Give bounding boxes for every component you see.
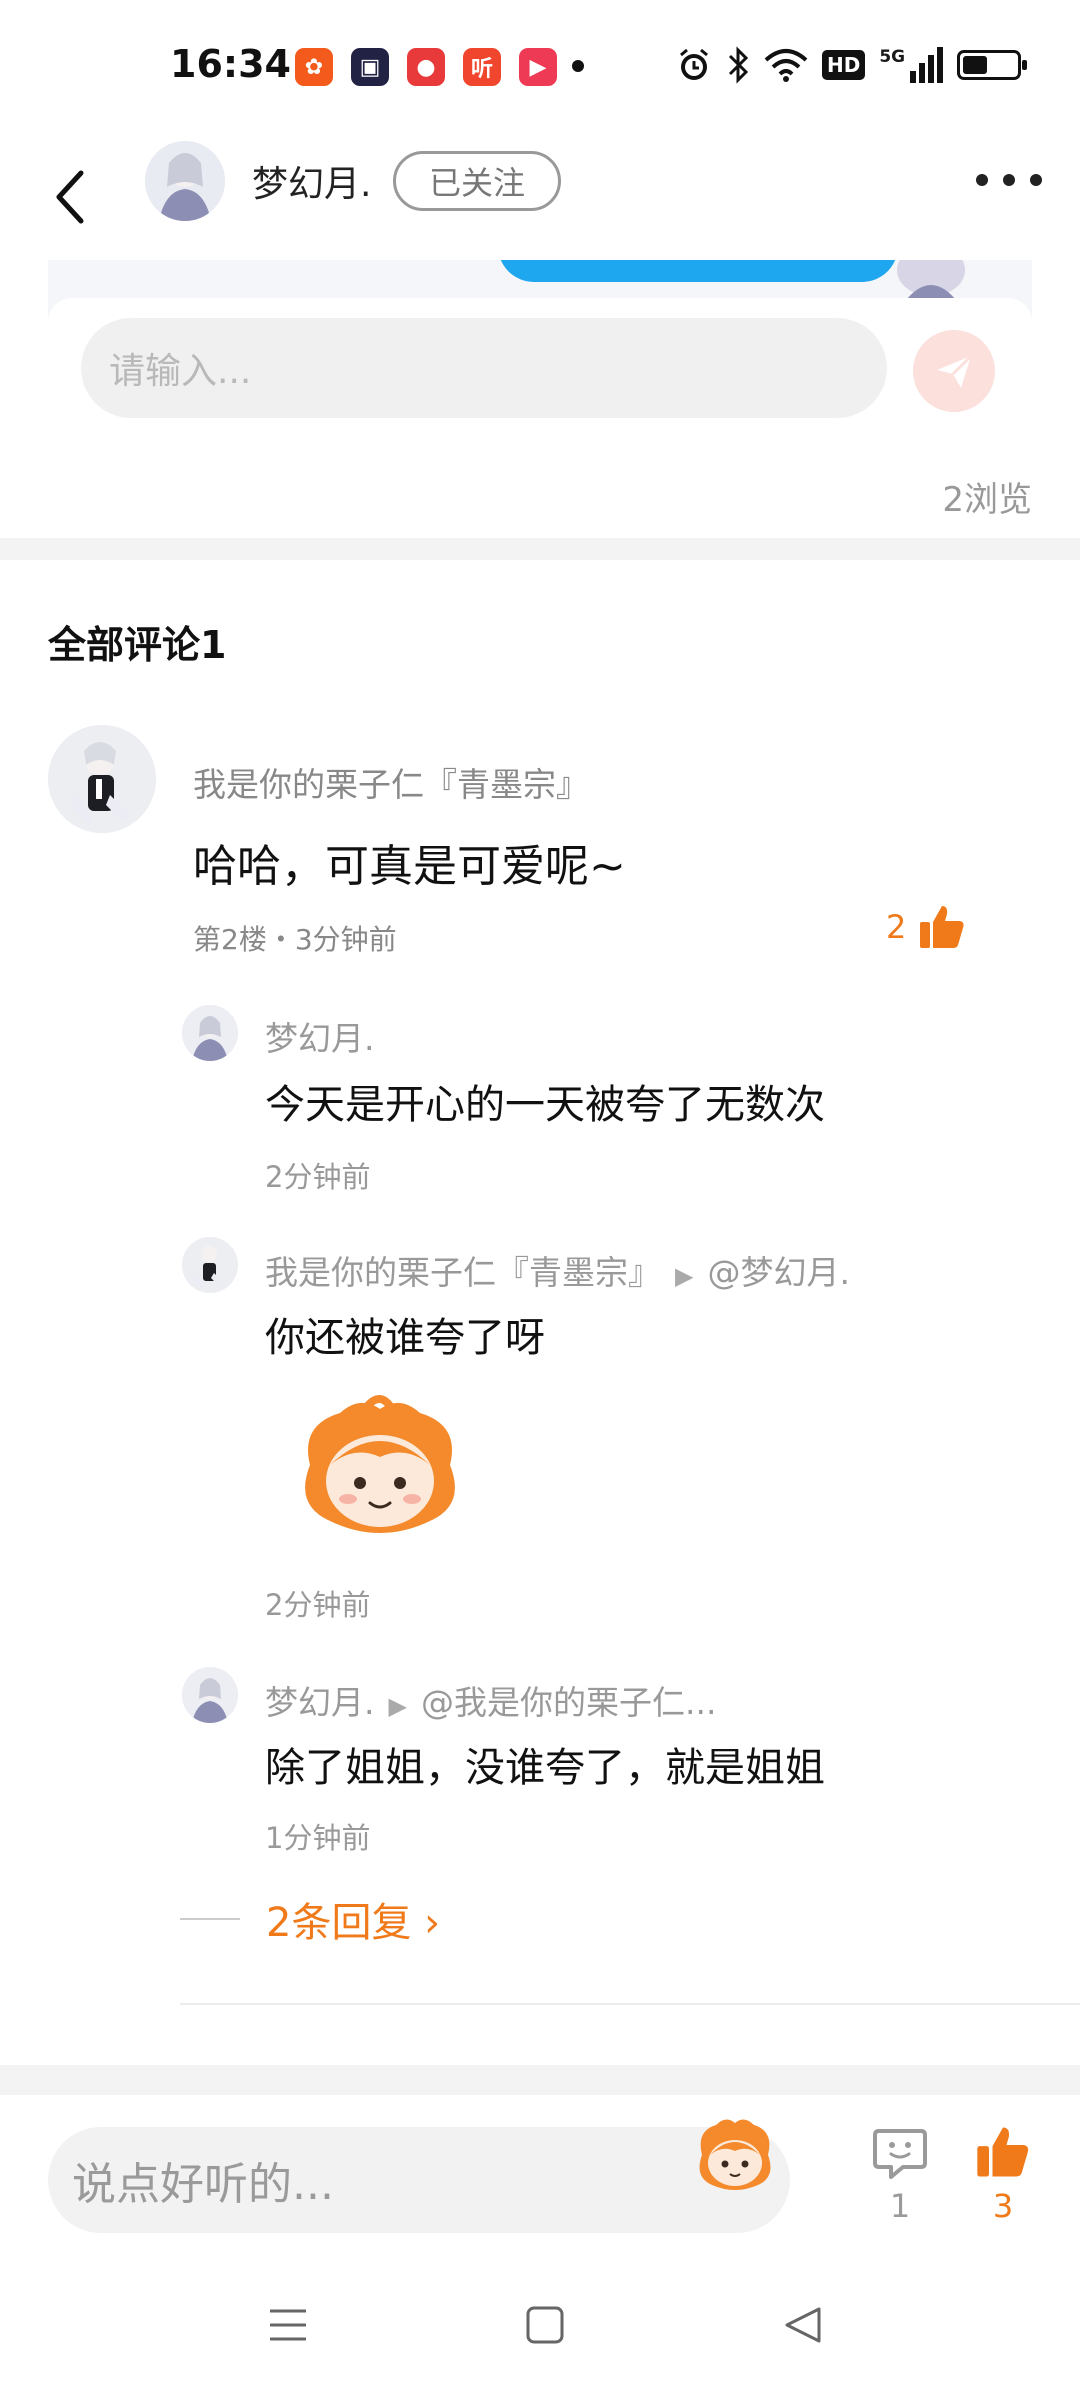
section-divider	[0, 538, 1080, 560]
comment-like-button[interactable]: 2	[886, 904, 966, 950]
system-indicators: HD 5G	[676, 46, 1028, 84]
reply-text: 今天是开心的一天被夸了无数次	[265, 1082, 825, 1128]
thumbs-up-icon	[977, 2127, 1029, 2177]
chevron-left-icon	[56, 170, 84, 224]
author-avatar[interactable]	[145, 141, 225, 221]
like-count: 3	[992, 2187, 1014, 2225]
comment-count: 1	[889, 2187, 911, 2225]
more-options-button[interactable]	[976, 165, 1042, 195]
location-app-icon: ●	[407, 48, 445, 86]
reply-text: 除了姐姐，没谁夸了，就是姐姐	[265, 1745, 825, 1791]
home-button[interactable]	[515, 2295, 575, 2355]
send-button[interactable]	[913, 330, 995, 412]
listen-app-icon: 听	[463, 48, 501, 86]
reply-author[interactable]: 我是你的栗子仁『青墨宗』 ▶ @梦幻月.	[265, 1246, 850, 1294]
hd-icon: HD	[822, 50, 866, 80]
comment-divider	[180, 2003, 1080, 2005]
comment-bar: 说点好听的... 1 3	[0, 2095, 1080, 2255]
signal-icon: 5G	[879, 47, 944, 83]
notification-icons: ✿ ▣ ● 听 ▶	[295, 48, 557, 86]
reply-author[interactable]: 梦幻月.	[265, 1012, 375, 1060]
more-notifications-dot	[572, 60, 584, 72]
more-replies-label: 2条回复 ›	[266, 1900, 441, 1946]
dot-icon	[1030, 174, 1042, 186]
back-system-button[interactable]	[773, 2295, 833, 2355]
reply-avatar[interactable]	[182, 1237, 238, 1293]
view-count: 2浏览	[942, 480, 1032, 520]
comment-author[interactable]: 我是你的栗子仁『青墨宗』	[193, 758, 589, 806]
reply-target[interactable]: @梦幻月.	[707, 1253, 850, 1292]
comment-like-count: 2	[886, 908, 907, 946]
reply-time: 2分钟前	[265, 1588, 371, 1622]
triangle-back-icon	[785, 2307, 821, 2343]
comments-title: 全部评论1	[48, 623, 227, 667]
reply-author[interactable]: 梦幻月. ▶ @我是你的栗子仁...	[265, 1676, 716, 1724]
expand-replies-link[interactable]: 2条回复 ›	[180, 1890, 440, 1948]
reply-avatar[interactable]	[182, 1667, 238, 1723]
reply-to-arrow-icon: ▶	[388, 1692, 407, 1720]
alarm-icon	[680, 48, 708, 80]
dot-icon	[1003, 174, 1015, 186]
battery-icon	[957, 50, 1028, 80]
comment-count-button[interactable]: 1	[870, 2127, 930, 2225]
post-chat-input[interactable]: 请输入...	[81, 318, 887, 418]
thumbs-up-icon	[920, 906, 964, 948]
dot-icon	[976, 174, 988, 186]
reply-target[interactable]: @我是你的栗子仁...	[421, 1683, 716, 1722]
paper-plane-icon	[937, 354, 973, 388]
recent-apps-button[interactable]	[258, 2295, 318, 2355]
menu-icon	[270, 2309, 306, 2341]
divider-line	[180, 1918, 240, 1920]
comment-input[interactable]: 说点好听的...	[48, 2127, 790, 2233]
reply-time: 2分钟前	[265, 1160, 371, 1194]
back-button[interactable]	[40, 159, 100, 235]
reply-text: 你还被谁夸了呀	[265, 1315, 545, 1361]
like-post-button[interactable]: 3	[972, 2125, 1034, 2225]
comment-text: 哈哈，可真是可爱呢~	[193, 841, 626, 892]
clock: 16:34	[170, 42, 291, 86]
comment-meta: 第2楼・3分钟前	[193, 923, 397, 956]
top-nav: 梦幻月. 已关注	[0, 135, 1080, 260]
sticker-picker-button[interactable]	[690, 2115, 780, 2195]
weibo-icon: ✿	[295, 48, 333, 86]
comment-bubble-icon	[873, 2129, 927, 2179]
follow-button[interactable]: 已关注	[393, 151, 561, 211]
reply-to-arrow-icon: ▶	[675, 1262, 694, 1290]
section-divider	[0, 2065, 1080, 2095]
post-preview: 请输入...	[48, 260, 1032, 435]
cute-sticker-image[interactable]	[290, 1395, 470, 1545]
reply-time: 1分钟前	[265, 1821, 371, 1855]
bilibili-icon: ▣	[351, 48, 389, 86]
sticker-face-icon	[699, 2119, 771, 2190]
chat-avatar	[886, 260, 976, 300]
chat-bubble	[498, 260, 898, 282]
commenter-avatar[interactable]	[48, 725, 156, 833]
author-name[interactable]: 梦幻月.	[252, 155, 371, 207]
reply-avatar[interactable]	[182, 1005, 238, 1061]
square-icon	[526, 2306, 564, 2344]
status-bar: 16:34 ✿ ▣ ● 听 ▶ HD 5G	[0, 0, 1080, 135]
wifi-icon	[764, 49, 808, 82]
system-nav-bar	[0, 2255, 1080, 2400]
bluetooth-icon	[728, 46, 749, 84]
video-app-icon: ▶	[519, 48, 557, 86]
